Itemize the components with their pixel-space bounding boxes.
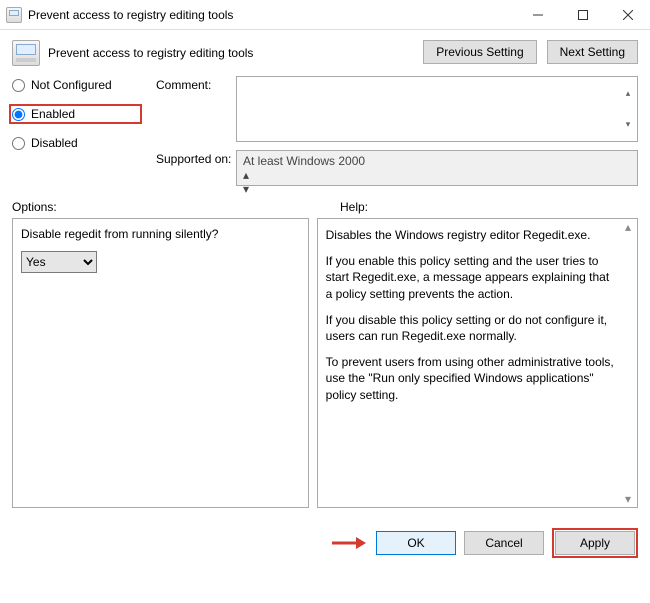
maximize-button[interactable] [560, 0, 605, 29]
radio-enabled[interactable]: Enabled [12, 107, 134, 121]
policy-icon [12, 40, 40, 66]
radio-enabled-input[interactable] [12, 108, 25, 121]
comment-label: Comment: [156, 76, 236, 92]
help-header: Help: [340, 200, 638, 214]
help-scrollbar[interactable]: ▴▾ [620, 220, 636, 506]
close-button[interactable] [605, 0, 650, 29]
supported-label: Supported on: [156, 150, 236, 166]
help-text: Disables the Windows registry editor Reg… [326, 227, 629, 403]
radio-disabled-input[interactable] [12, 137, 25, 150]
supported-spinner: ▴▾ [243, 168, 619, 196]
next-setting-button[interactable]: Next Setting [547, 40, 638, 64]
supported-value: At least Windows 2000 [243, 154, 365, 168]
options-pane: Disable regedit from running silently? Y… [12, 218, 309, 508]
cancel-button[interactable]: Cancel [464, 531, 544, 555]
radio-disabled[interactable]: Disabled [12, 136, 142, 150]
ok-button[interactable]: OK [376, 531, 456, 555]
help-p2: If you enable this policy setting and th… [326, 253, 615, 302]
help-p3: If you disable this policy setting or do… [326, 312, 615, 344]
dialog-footer: OK Cancel Apply [0, 518, 650, 568]
state-radios: Not Configured Enabled Disabled [12, 76, 142, 186]
arrow-icon [330, 536, 366, 550]
radio-not-configured-input[interactable] [12, 79, 25, 92]
options-header: Options: [12, 200, 310, 214]
gpedit-icon [6, 7, 22, 23]
previous-setting-button[interactable]: Previous Setting [423, 40, 536, 64]
apply-button[interactable]: Apply [555, 531, 635, 555]
silent-select[interactable]: Yes [21, 251, 97, 273]
minimize-button[interactable] [515, 0, 560, 29]
policy-heading: Prevent access to registry editing tools [12, 40, 405, 66]
comment-spinner[interactable]: ▴▾ [620, 78, 636, 140]
help-pane: ▴▾ Disables the Windows registry editor … [317, 218, 638, 508]
help-p1: Disables the Windows registry editor Reg… [326, 227, 615, 243]
radio-enabled-label: Enabled [31, 107, 75, 121]
window-title: Prevent access to registry editing tools [28, 8, 515, 22]
radio-not-configured[interactable]: Not Configured [12, 78, 142, 92]
radio-not-configured-label: Not Configured [31, 78, 112, 92]
titlebar: Prevent access to registry editing tools [0, 0, 650, 30]
supported-on-field: At least Windows 2000 ▴▾ [236, 150, 638, 186]
help-p4: To prevent users from using other admini… [326, 354, 615, 403]
comment-textarea[interactable]: ▴▾ [236, 76, 638, 142]
silent-label: Disable regedit from running silently? [21, 227, 300, 241]
radio-disabled-label: Disabled [31, 136, 78, 150]
policy-title: Prevent access to registry editing tools [48, 46, 253, 60]
